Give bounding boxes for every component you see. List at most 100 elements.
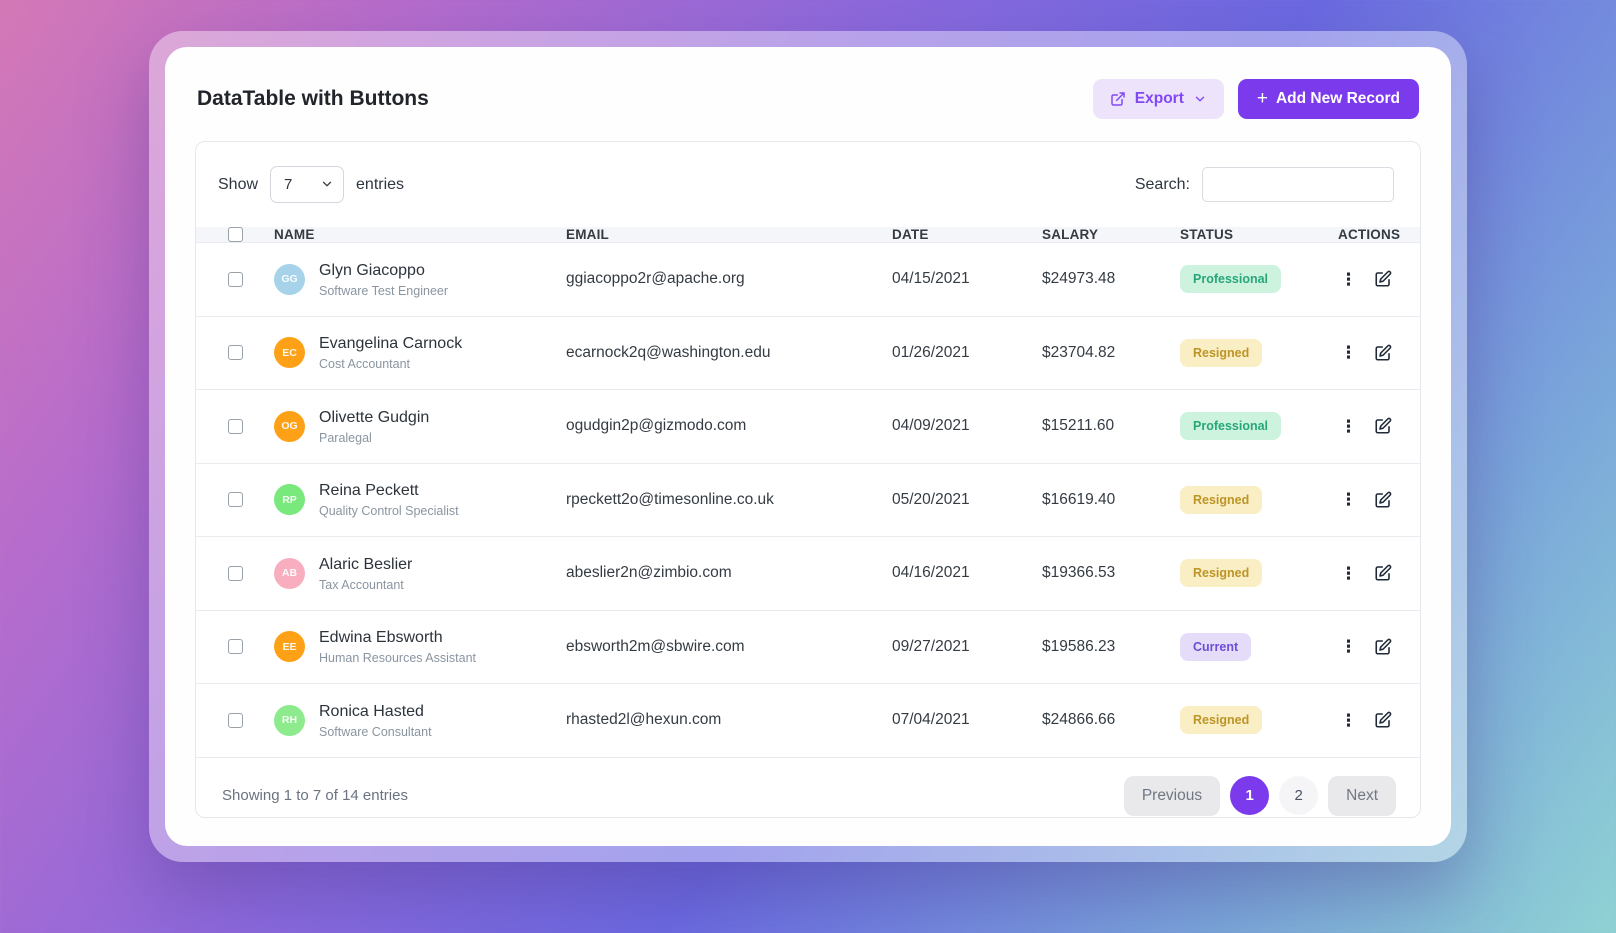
date-cell: 09/27/2021	[892, 638, 1042, 656]
person-role: Software Test Engineer	[319, 284, 448, 298]
edit-icon[interactable]	[1374, 638, 1392, 656]
date-cell: 04/15/2021	[892, 270, 1042, 288]
table-row: AB Alaric Beslier Tax Accountant abeslie…	[196, 536, 1420, 610]
email-cell: ggiacoppo2r@apache.org	[566, 270, 892, 288]
page-button-2[interactable]: 2	[1279, 776, 1318, 815]
table-footer: Showing 1 to 7 of 14 entries Previous 1 …	[196, 757, 1420, 819]
row-menu-icon[interactable]: ⋮	[1340, 271, 1357, 288]
table-row: RP Reina Peckett Quality Control Special…	[196, 463, 1420, 537]
edit-icon[interactable]	[1374, 491, 1392, 509]
pagination: Previous 1 2 Next	[1124, 776, 1396, 816]
table-toolbar: Show 7 entries Search:	[196, 142, 1420, 227]
avatar: EC	[274, 337, 305, 368]
edit-icon[interactable]	[1374, 564, 1392, 582]
column-header-status: STATUS	[1180, 227, 1338, 242]
page-button-1[interactable]: 1	[1230, 776, 1269, 815]
status-badge: Resigned	[1180, 339, 1262, 367]
previous-page-button[interactable]: Previous	[1124, 776, 1220, 816]
row-checkbox[interactable]	[228, 713, 243, 728]
person-role: Human Resources Assistant	[319, 651, 476, 665]
person-name: Ronica Hasted	[319, 702, 432, 723]
header-actions: Export + Add New Record	[1093, 79, 1419, 119]
avatar: RP	[274, 484, 305, 515]
edit-icon[interactable]	[1374, 270, 1392, 288]
edit-icon[interactable]	[1374, 344, 1392, 362]
export-button[interactable]: Export	[1093, 79, 1224, 119]
person-name: Edwina Ebsworth	[319, 628, 476, 649]
chevron-down-icon	[1193, 92, 1207, 106]
edit-icon[interactable]	[1374, 711, 1392, 729]
page-title: DataTable with Buttons	[197, 87, 429, 111]
table-row: EE Edwina Ebsworth Human Resources Assis…	[196, 610, 1420, 684]
person-role: Software Consultant	[319, 725, 432, 739]
page-size-select-wrap: 7	[270, 166, 344, 203]
entries-label: entries	[356, 176, 404, 194]
row-menu-icon[interactable]: ⋮	[1340, 638, 1357, 655]
card-header: DataTable with Buttons Export + Add New …	[195, 71, 1421, 141]
column-header-email: EMAIL	[566, 227, 892, 242]
page-size-select[interactable]: 7	[270, 166, 344, 203]
salary-cell: $24973.48	[1042, 270, 1180, 288]
date-cell: 07/04/2021	[892, 711, 1042, 729]
status-badge: Resigned	[1180, 559, 1262, 587]
avatar: AB	[274, 558, 305, 589]
person-role: Paralegal	[319, 431, 429, 445]
person-role: Quality Control Specialist	[319, 504, 459, 518]
add-button-label: Add New Record	[1276, 90, 1400, 108]
export-button-label: Export	[1135, 90, 1184, 108]
show-label: Show	[218, 176, 258, 194]
row-checkbox[interactable]	[228, 492, 243, 507]
status-badge: Resigned	[1180, 706, 1262, 734]
date-cell: 04/16/2021	[892, 564, 1042, 582]
email-cell: abeslier2n@zimbio.com	[566, 564, 892, 582]
row-menu-icon[interactable]: ⋮	[1340, 491, 1357, 508]
person-name: Evangelina Carnock	[319, 334, 462, 355]
next-page-button[interactable]: Next	[1328, 776, 1396, 816]
row-menu-icon[interactable]: ⋮	[1340, 712, 1357, 729]
avatar: RH	[274, 705, 305, 736]
person-role: Tax Accountant	[319, 578, 412, 592]
column-header-salary: SALARY	[1042, 227, 1180, 242]
row-menu-icon[interactable]: ⋮	[1340, 565, 1357, 582]
salary-cell: $16619.40	[1042, 491, 1180, 509]
status-badge: Professional	[1180, 265, 1281, 293]
email-cell: rpeckett2o@timesonline.co.uk	[566, 491, 892, 509]
row-checkbox[interactable]	[228, 639, 243, 654]
email-cell: ecarnock2q@washington.edu	[566, 344, 892, 362]
add-new-record-button[interactable]: + Add New Record	[1238, 79, 1419, 119]
select-all-checkbox[interactable]	[228, 227, 243, 242]
email-cell: ogudgin2p@gizmodo.com	[566, 417, 892, 435]
salary-cell: $19366.53	[1042, 564, 1180, 582]
row-menu-icon[interactable]: ⋮	[1340, 344, 1357, 361]
desktop-background: { "page": { "title": "DataTable with But…	[0, 31, 1616, 933]
external-link-icon	[1110, 91, 1126, 107]
salary-cell: $24866.66	[1042, 711, 1180, 729]
date-cell: 04/09/2021	[892, 417, 1042, 435]
row-checkbox[interactable]	[228, 566, 243, 581]
datatable-panel: Show 7 entries Search:	[195, 141, 1421, 818]
row-checkbox[interactable]	[228, 345, 243, 360]
search-label: Search:	[1135, 176, 1190, 194]
column-header-actions: ACTIONS	[1338, 227, 1400, 242]
row-checkbox[interactable]	[228, 419, 243, 434]
row-menu-icon[interactable]: ⋮	[1340, 418, 1357, 435]
email-cell: ebsworth2m@sbwire.com	[566, 638, 892, 656]
email-cell: rhasted2l@hexun.com	[566, 711, 892, 729]
row-checkbox[interactable]	[228, 272, 243, 287]
app-card-frame: DataTable with Buttons Export + Add New …	[149, 31, 1467, 862]
avatar: GG	[274, 264, 305, 295]
person-role: Cost Accountant	[319, 357, 462, 371]
table-body: GG Glyn Giacoppo Software Test Engineer …	[196, 242, 1420, 757]
status-badge: Resigned	[1180, 486, 1262, 514]
table-row: OG Olivette Gudgin Paralegal ogudgin2p@g…	[196, 389, 1420, 463]
person-name: Glyn Giacoppo	[319, 261, 448, 282]
datatable-card: DataTable with Buttons Export + Add New …	[165, 47, 1451, 846]
page-size-control: Show 7 entries	[218, 166, 404, 203]
date-cell: 01/26/2021	[892, 344, 1042, 362]
status-badge: Current	[1180, 633, 1251, 661]
table-row: EC Evangelina Carnock Cost Accountant ec…	[196, 316, 1420, 390]
column-header-name: NAME	[274, 227, 566, 242]
search-input[interactable]	[1202, 167, 1394, 202]
edit-icon[interactable]	[1374, 417, 1392, 435]
column-header-date: DATE	[892, 227, 1042, 242]
